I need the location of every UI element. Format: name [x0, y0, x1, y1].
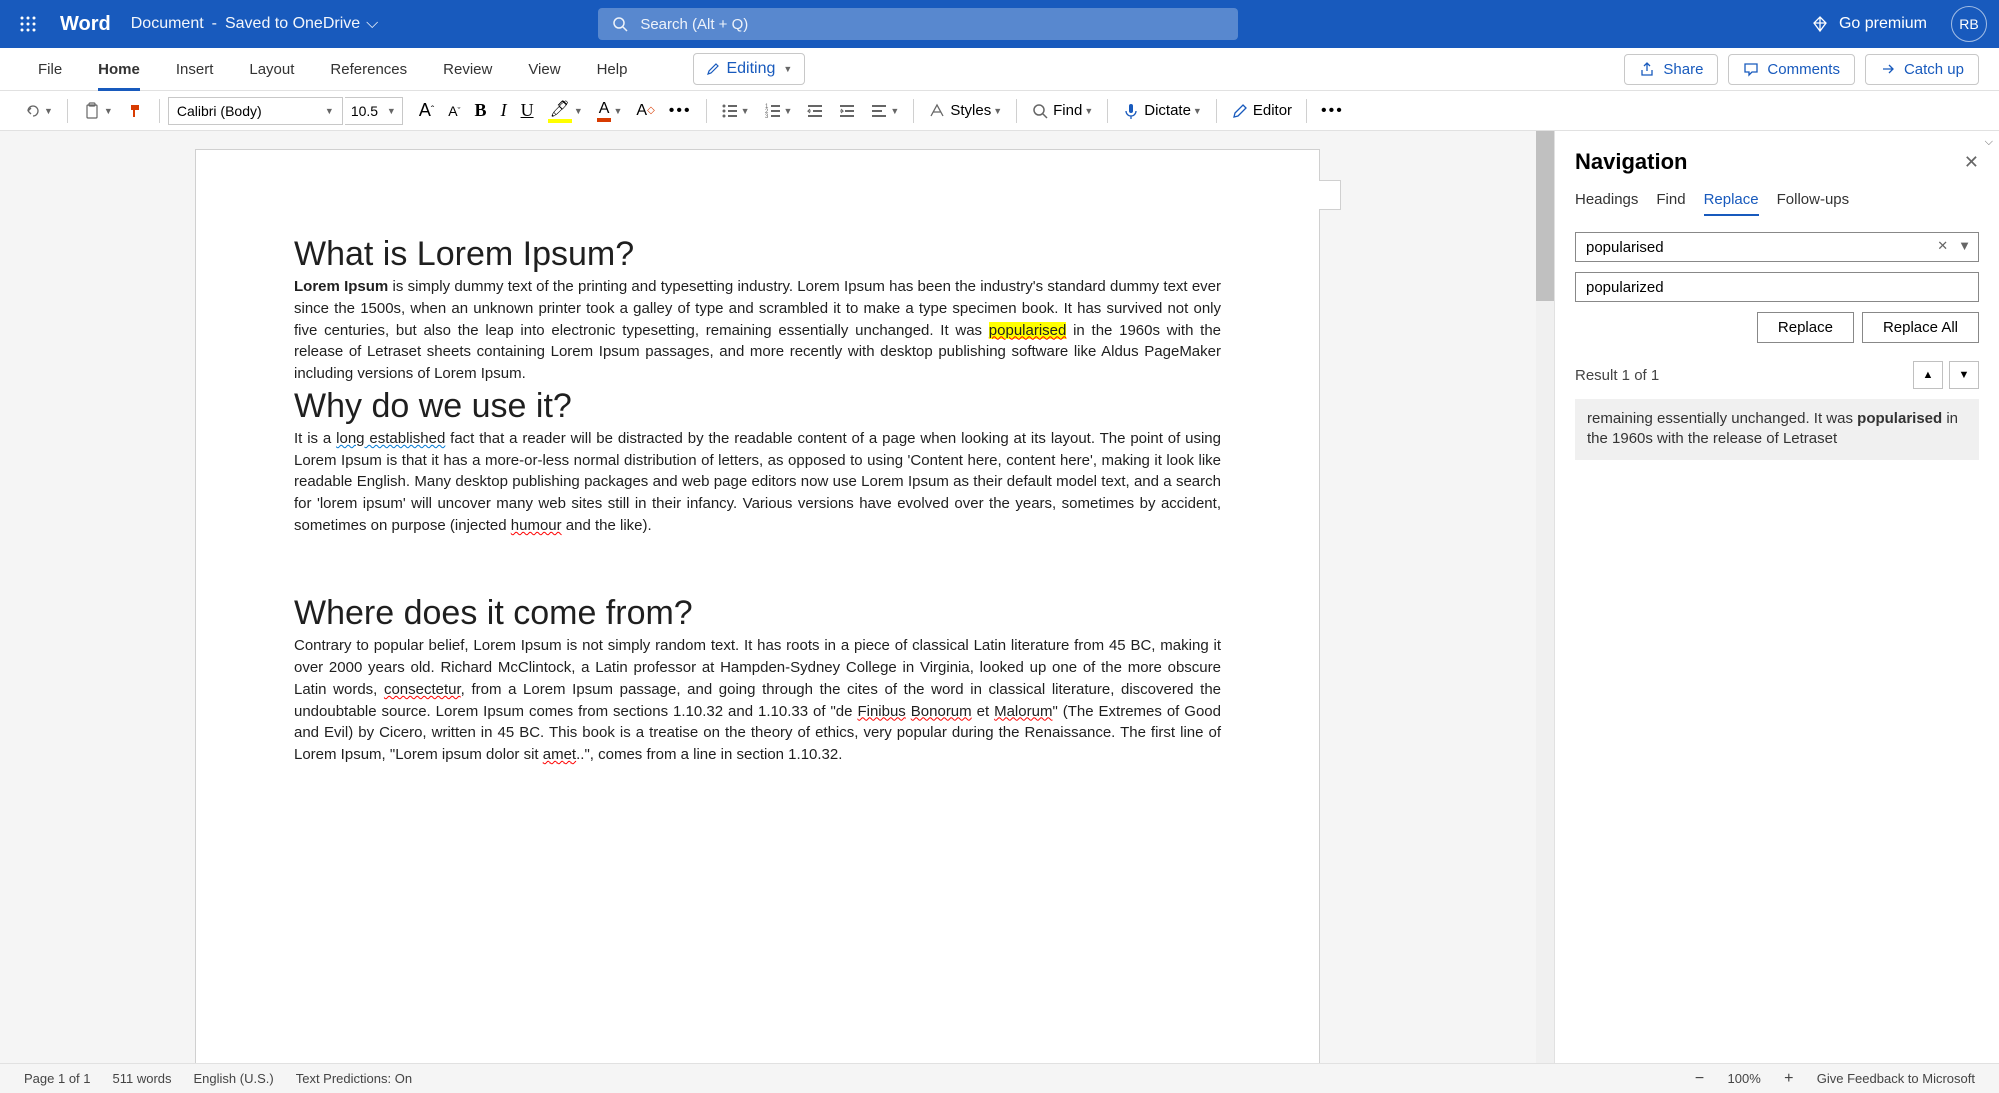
page-count[interactable]: Page 1 of 1	[24, 1071, 91, 1086]
doc-name: Document	[131, 15, 204, 33]
heading-2: Why do we use it?	[294, 387, 1221, 426]
chevron-down-icon: ⌵	[366, 15, 378, 33]
svg-text:3: 3	[765, 114, 769, 120]
tab-review[interactable]: Review	[425, 48, 510, 91]
scrollbar-thumb[interactable]	[1536, 131, 1554, 301]
bullets-button[interactable]: ▼	[715, 98, 756, 124]
spacer	[294, 555, 1221, 577]
italic-button[interactable]: I	[495, 96, 513, 125]
nav-title: Navigation	[1575, 149, 1687, 175]
tab-view[interactable]: View	[510, 48, 578, 91]
heading-3: Where does it come from?	[294, 594, 1221, 633]
more-options-button[interactable]: •••	[1315, 98, 1350, 124]
chevron-down-icon[interactable]: ▼	[1958, 238, 1971, 254]
tab-references[interactable]: References	[312, 48, 425, 91]
search-result-item[interactable]: remaining essentially unchanged. It was …	[1575, 399, 1979, 460]
comments-button[interactable]: Comments	[1728, 54, 1855, 85]
font-family-select[interactable]: Calibri (Body)▼	[168, 97, 343, 125]
dictate-button[interactable]: Dictate▼	[1116, 98, 1208, 124]
catchup-button[interactable]: Catch up	[1865, 54, 1979, 85]
toolbar: ▼ ▼ Calibri (Body)▼ 10.5▼ Aˆ Aˇ B I U 🖊▼…	[0, 91, 1999, 131]
ribbon-tabs: File Home Insert Layout References Revie…	[0, 48, 1999, 91]
align-button[interactable]: ▼	[864, 98, 905, 124]
page: What is Lorem Ipsum? Lorem Ipsum is simp…	[195, 149, 1320, 1063]
tab-insert[interactable]: Insert	[158, 48, 232, 91]
app-name: Word	[60, 13, 111, 36]
find-button[interactable]: Find▼	[1025, 98, 1099, 124]
user-avatar[interactable]: RB	[1951, 6, 1987, 42]
word-count[interactable]: 511 words	[113, 1071, 172, 1086]
undo-button[interactable]: ▼	[18, 98, 59, 124]
prev-result-button[interactable]: ▲	[1913, 361, 1943, 389]
go-premium-button[interactable]: Go premium	[1811, 15, 1927, 33]
shrink-font-button[interactable]: Aˇ	[442, 99, 466, 123]
status-bar: Page 1 of 1 511 words English (U.S.) Tex…	[0, 1063, 1999, 1093]
editor-button[interactable]: Editor	[1225, 98, 1298, 124]
zoom-in-button[interactable]: +	[1779, 1070, 1799, 1088]
underline-button[interactable]: U	[515, 96, 540, 125]
vertical-scrollbar[interactable]	[1536, 131, 1554, 1063]
language[interactable]: English (U.S.)	[194, 1071, 274, 1086]
app-launcher-button[interactable]	[12, 8, 44, 40]
navigation-pane: Navigation ✕ Headings Find Replace Follo…	[1554, 131, 1999, 1063]
editing-mode-button[interactable]: Editing ▼	[693, 53, 805, 85]
zoom-level[interactable]: 100%	[1728, 1071, 1761, 1086]
more-font-button[interactable]: •••	[663, 98, 698, 124]
search-box[interactable]: Search (Alt + Q)	[598, 8, 1238, 40]
clear-formatting-button[interactable]: A◇	[630, 98, 660, 124]
replace-all-button[interactable]: Replace All	[1862, 312, 1979, 343]
nav-tab-find[interactable]: Find	[1656, 191, 1685, 216]
decrease-indent-button[interactable]	[800, 98, 830, 124]
tab-home[interactable]: Home	[80, 48, 158, 91]
replace-input[interactable]	[1575, 272, 1979, 302]
grow-font-button[interactable]: Aˆ	[413, 96, 440, 125]
save-status: Saved to OneDrive	[225, 15, 360, 33]
next-result-button[interactable]: ▼	[1949, 361, 1979, 389]
format-painter-button[interactable]	[121, 98, 151, 124]
title-bar: Word Document - Saved to OneDrive ⌵ Sear…	[0, 0, 1999, 48]
search-placeholder: Search (Alt + Q)	[640, 16, 748, 33]
document-area[interactable]: What is Lorem Ipsum? Lorem Ipsum is simp…	[0, 131, 1554, 1063]
heading-1: What is Lorem Ipsum?	[294, 235, 1221, 274]
clear-icon[interactable]: ✕	[1937, 238, 1948, 254]
feedback-link[interactable]: Give Feedback to Microsoft	[1817, 1071, 1975, 1086]
nav-tab-followups[interactable]: Follow-ups	[1777, 191, 1850, 216]
tab-file[interactable]: File	[20, 48, 80, 91]
bold-button[interactable]: B	[469, 96, 493, 125]
nav-tab-replace[interactable]: Replace	[1704, 191, 1759, 216]
nav-tab-headings[interactable]: Headings	[1575, 191, 1638, 216]
find-input[interactable]	[1575, 232, 1979, 262]
font-color-button[interactable]: A▼	[591, 96, 629, 126]
numbering-button[interactable]: 123▼	[758, 98, 799, 124]
share-button[interactable]: Share	[1624, 54, 1718, 85]
close-icon[interactable]: ✕	[1964, 152, 1979, 173]
page-tab-handle[interactable]	[1319, 180, 1341, 210]
paragraph: It is a long established fact that a rea…	[294, 428, 1221, 537]
collapse-ribbon-button[interactable]: ⌵	[1985, 136, 1993, 149]
text-predictions[interactable]: Text Predictions: On	[296, 1071, 412, 1086]
font-size-select[interactable]: 10.5▼	[345, 97, 403, 125]
separator: -	[212, 15, 217, 33]
document-title-area[interactable]: Document - Saved to OneDrive ⌵	[131, 15, 379, 33]
styles-button[interactable]: Styles▼	[922, 98, 1008, 124]
increase-indent-button[interactable]	[832, 98, 862, 124]
highlight-button[interactable]: 🖊▼	[542, 95, 589, 127]
zoom-out-button[interactable]: −	[1690, 1070, 1710, 1088]
paragraph: Contrary to popular belief, Lorem Ipsum …	[294, 635, 1221, 766]
chevron-down-icon: ▼	[783, 64, 792, 74]
result-count: Result 1 of 1	[1575, 367, 1659, 384]
paragraph: Lorem Ipsum is simply dummy text of the …	[294, 276, 1221, 385]
paste-button[interactable]: ▼	[76, 97, 119, 125]
tab-layout[interactable]: Layout	[231, 48, 312, 91]
tab-help[interactable]: Help	[579, 48, 646, 91]
replace-button[interactable]: Replace	[1757, 312, 1854, 343]
